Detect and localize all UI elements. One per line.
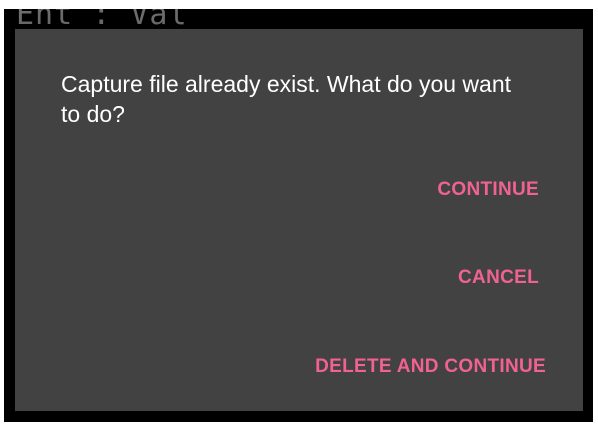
device-screen: Ent : Val Capture file already exist. Wh… xyxy=(4,9,593,422)
capture-file-dialog: Capture file already exist. What do you … xyxy=(15,29,583,411)
cancel-button[interactable]: CANCEL xyxy=(458,267,539,289)
continue-button[interactable]: CONTINUE xyxy=(437,179,539,201)
dialog-message: Capture file already exist. What do you … xyxy=(61,71,512,127)
delete-and-continue-button[interactable]: DELETE AND CONTINUE xyxy=(315,356,546,378)
